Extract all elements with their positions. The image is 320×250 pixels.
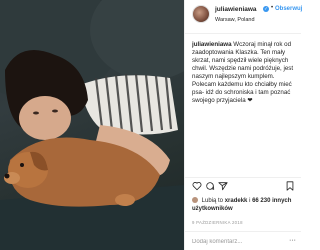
caption-text: Wczoraj minął rok od zaadoptowania Klasz… xyxy=(192,41,294,104)
comment-bar: ··· xyxy=(185,231,301,250)
eye-right xyxy=(52,109,58,113)
action-bar xyxy=(185,177,301,193)
bookmark-icon[interactable] xyxy=(285,181,295,191)
caption-username[interactable]: juliawieniawa xyxy=(192,41,232,48)
woman-with-dog-photo-illustration xyxy=(0,0,184,250)
liker-username[interactable]: xradekk xyxy=(225,198,248,204)
dog-nose xyxy=(4,173,10,179)
likes-prefix: Lubią to xyxy=(201,198,224,204)
more-icon[interactable]: ··· xyxy=(289,237,296,244)
caption: juliawieniawa Wczoraj minął rok od zaado… xyxy=(192,41,299,105)
face-shape xyxy=(19,96,71,140)
post-photo[interactable] xyxy=(0,0,184,250)
comment-icon[interactable] xyxy=(205,181,215,191)
post-side-panel: juliawieniawa ✓ • Obserwuj Warsaw, Polan… xyxy=(184,0,302,250)
heart-icon[interactable] xyxy=(192,181,202,191)
username-link[interactable]: juliawieniawa xyxy=(215,6,257,13)
dog-eye xyxy=(20,163,24,167)
liker-avatar xyxy=(192,197,198,204)
likes-summary: Lubią to xradekk i 66 230 innych użytkow… xyxy=(192,197,300,217)
post-date[interactable]: 9 PAŹDZIERNIKA 2018 xyxy=(192,220,243,225)
location-link[interactable]: Warsaw, Poland xyxy=(215,17,255,23)
eye-left xyxy=(33,111,39,115)
header-separator: • xyxy=(271,5,274,11)
comment-input[interactable] xyxy=(192,237,288,247)
avatar[interactable] xyxy=(192,5,210,23)
share-icon[interactable] xyxy=(218,181,228,191)
likes-conjunction: i xyxy=(249,198,251,204)
post-header: juliawieniawa ✓ • Obserwuj Warsaw, Polan… xyxy=(185,0,302,34)
follow-button[interactable]: Obserwuj xyxy=(275,6,302,12)
dog-paw xyxy=(115,194,135,206)
verified-badge-icon: ✓ xyxy=(263,6,269,12)
